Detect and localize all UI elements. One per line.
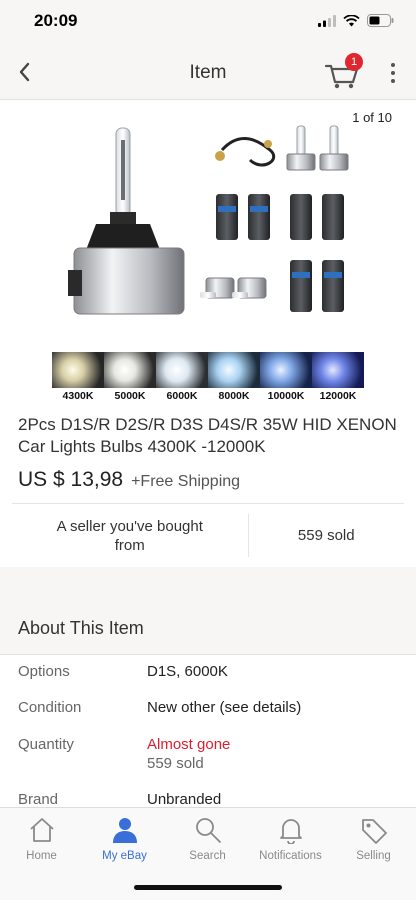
tag-icon <box>361 819 387 844</box>
swatch-5000k <box>104 352 156 388</box>
spec-condition[interactable]: Condition New other (see details) <box>18 699 408 719</box>
home-indicator <box>134 885 282 890</box>
tab-label: Search <box>189 850 226 862</box>
battery-icon <box>367 14 394 27</box>
home-icon <box>29 818 54 842</box>
swatch-4300k <box>52 352 104 388</box>
spec-options[interactable]: Options D1S, 6000K <box>18 663 408 683</box>
product-image <box>68 125 349 315</box>
status-icons <box>318 14 394 27</box>
product-title: 2Pcs D1S/R D2S/R D3S D4S/R 35W HID XENON… <box>18 415 397 456</box>
swatch-label: 10000K <box>267 390 305 402</box>
options-label: Options <box>18 663 70 680</box>
swatch-label: 12000K <box>319 390 357 402</box>
tab-my-ebay[interactable]: My eBay <box>83 814 166 874</box>
person-icon <box>112 818 137 843</box>
swatch-6000k <box>156 352 208 388</box>
bell-icon <box>279 819 302 844</box>
signal-icon <box>318 14 336 27</box>
color-temperature-labels: 4300K 5000K 6000K 8000K 10000K 12000K <box>52 390 364 402</box>
swatch-12000k <box>312 352 364 388</box>
condition-value: New other (see details) <box>147 699 302 716</box>
color-temperature-swatches <box>52 352 364 388</box>
nav-bar: Item 1 <box>0 44 416 100</box>
brand-value: Unbranded <box>147 791 222 807</box>
shipping-info: +Free Shipping <box>131 473 241 490</box>
brand-label: Brand <box>18 791 59 807</box>
price-row: US $ 13,98 +Free Shipping <box>18 468 240 492</box>
swatch-label: 8000K <box>218 390 250 402</box>
wifi-icon <box>343 14 360 26</box>
quantity-sold: 559 sold <box>147 755 204 772</box>
swatch-label: 4300K <box>62 390 94 402</box>
status-time: 20:09 <box>34 11 78 30</box>
quantity-value: Almost gone <box>147 736 231 753</box>
swatch-label: 5000K <box>114 390 146 402</box>
tab-label: My eBay <box>102 850 147 862</box>
tab-label: Home <box>26 850 57 862</box>
options-value: D1S, 6000K <box>147 663 228 680</box>
swatch-8000k <box>208 352 260 388</box>
cart-count-badge: 1 <box>345 53 363 71</box>
tab-notifications[interactable]: Notifications <box>249 814 332 874</box>
about-section-header: About This Item <box>0 597 416 655</box>
tab-selling[interactable]: Selling <box>332 814 415 874</box>
swatch-10000k <box>260 352 312 388</box>
more-options-icon[interactable] <box>386 60 400 86</box>
section-spacer <box>0 567 416 597</box>
spec-brand: Brand Unbranded <box>18 791 408 807</box>
tab-home[interactable]: Home <box>0 814 83 874</box>
status-bar: 20:09 <box>0 0 416 44</box>
tab-label: Selling <box>356 850 391 862</box>
seller-info-row: A seller you've bought from 559 sold <box>12 503 404 567</box>
quantity-label: Quantity <box>18 736 74 753</box>
price: US $ 13,98 <box>18 468 124 491</box>
about-title: About This Item <box>18 618 144 638</box>
search-icon <box>195 818 221 843</box>
tab-label: Notifications <box>259 850 322 862</box>
spec-quantity: Quantity Almost gone 559 sold <box>18 736 408 776</box>
sold-count: 559 sold <box>297 527 355 544</box>
swatch-label: 6000K <box>166 390 198 402</box>
tab-search[interactable]: Search <box>166 814 249 874</box>
seller-note[interactable]: A seller you've bought from <box>12 504 248 567</box>
condition-label: Condition <box>18 699 82 716</box>
